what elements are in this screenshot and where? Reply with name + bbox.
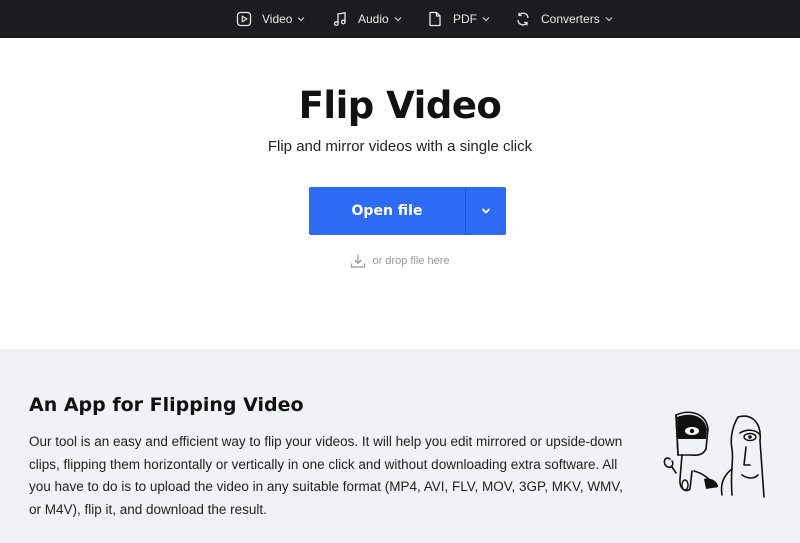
top-nav: Video Audio PDF Converters xyxy=(0,0,800,38)
download-icon xyxy=(350,253,366,269)
document-icon xyxy=(427,11,443,27)
nav-item-audio[interactable]: Audio xyxy=(332,0,403,38)
nav-item-label: Video xyxy=(262,12,293,26)
music-note-icon xyxy=(332,11,348,27)
chevron-down-icon xyxy=(393,14,403,24)
faces-illustration xyxy=(663,411,765,498)
chevron-down-icon xyxy=(296,14,306,24)
section-description: Our tool is an easy and efficient way to… xyxy=(29,434,623,517)
nav-item-converters[interactable]: Converters xyxy=(515,0,614,38)
nav-item-pdf[interactable]: PDF xyxy=(427,0,491,38)
chevron-down-icon xyxy=(604,14,614,24)
converter-icon xyxy=(515,11,531,27)
section-title: An App for Flipping Video xyxy=(29,394,304,416)
chevron-down-icon xyxy=(481,14,491,24)
nav-item-label: Converters xyxy=(541,12,600,26)
info-section: An App for Flipping Video Our tool is an… xyxy=(0,349,800,543)
drop-zone[interactable]: or drop file here xyxy=(0,253,800,269)
open-file-group: Open file xyxy=(309,187,506,235)
page-subtitle: Flip and mirror videos with a single cli… xyxy=(267,138,533,155)
nav-item-label: Audio xyxy=(358,12,389,26)
open-file-button[interactable]: Open file xyxy=(309,187,465,235)
page-title: Flip Video xyxy=(298,84,502,127)
open-options-dropdown[interactable] xyxy=(466,187,506,235)
video-icon xyxy=(236,11,252,27)
drop-zone-label: or drop file here xyxy=(372,255,450,267)
nav-item-video[interactable]: Video xyxy=(236,0,306,38)
hero-section: Flip Video Flip and mirror videos with a… xyxy=(0,38,800,349)
nav-item-label: PDF xyxy=(453,12,477,26)
chevron-down-icon xyxy=(480,205,492,217)
